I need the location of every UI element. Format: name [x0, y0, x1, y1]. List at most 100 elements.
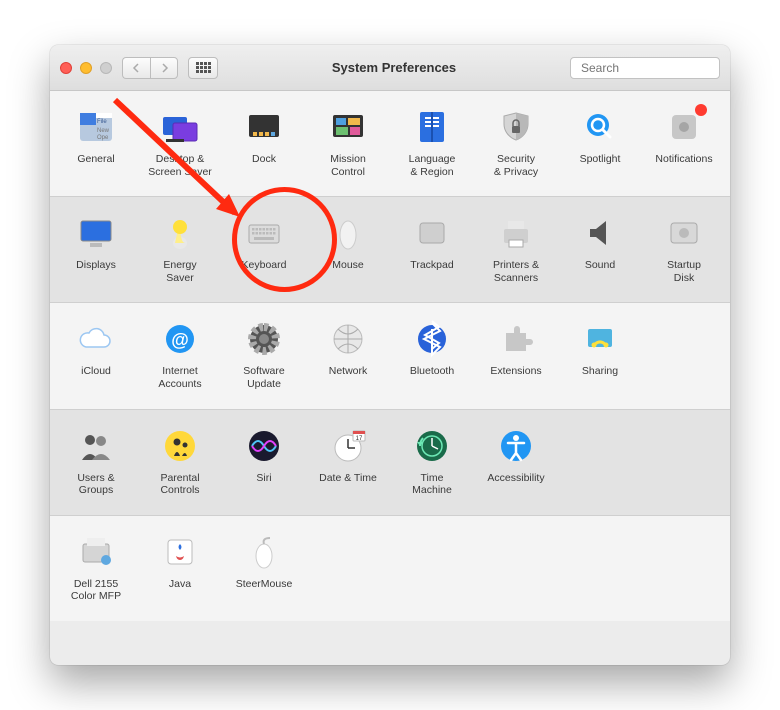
titlebar: System Preferences	[50, 45, 730, 91]
pref-label: Notifications	[655, 153, 712, 166]
notification-badge	[695, 104, 707, 116]
back-button[interactable]	[122, 57, 150, 79]
system-preferences-window: System Preferences FileNewOpe General Desk…	[50, 45, 730, 665]
pref-sound[interactable]: Sound	[558, 205, 642, 292]
language-icon	[412, 107, 452, 147]
pref-extensions[interactable]: Extensions	[474, 311, 558, 398]
pref-keyboard[interactable]: Keyboard	[222, 205, 306, 292]
pref-label: Siri	[256, 472, 271, 485]
pref-bluetooth[interactable]: Bluetooth	[390, 311, 474, 398]
window-controls	[60, 62, 112, 74]
general-icon: FileNewOpe	[76, 107, 116, 147]
pref-label: Network	[329, 365, 368, 378]
dell-icon	[76, 532, 116, 572]
printers-icon	[496, 213, 536, 253]
nav-buttons	[122, 57, 178, 79]
pref-label: Sharing	[582, 365, 618, 378]
pref-security[interactable]: Security & Privacy	[474, 99, 558, 186]
accessibility-icon	[496, 426, 536, 466]
pref-spotlight[interactable]: Spotlight	[558, 99, 642, 186]
pref-language[interactable]: Language & Region	[390, 99, 474, 186]
desktop-icon	[160, 107, 200, 147]
pref-label: Keyboard	[242, 259, 287, 272]
datetime-icon: 17	[328, 426, 368, 466]
pref-datetime[interactable]: 17 Date & Time	[306, 418, 390, 505]
forward-button[interactable]	[150, 57, 178, 79]
prefs-row: iCloud @Internet AccountsSoftware Update N…	[50, 302, 730, 408]
network-icon	[328, 319, 368, 359]
pref-startup[interactable]: Startup Disk	[642, 205, 726, 292]
java-icon	[160, 532, 200, 572]
pref-energy[interactable]: Energy Saver	[138, 205, 222, 292]
pref-label: Users & Groups	[77, 472, 114, 497]
pref-steermouse[interactable]: SteerMouse	[222, 524, 306, 611]
pref-mission[interactable]: Mission Control	[306, 99, 390, 186]
pref-network[interactable]: Network	[306, 311, 390, 398]
icloud-icon	[76, 319, 116, 359]
pref-notifications[interactable]: Notifications	[642, 99, 726, 186]
pref-label: Extensions	[490, 365, 541, 378]
startup-icon	[664, 213, 704, 253]
pref-parental[interactable]: Parental Controls	[138, 418, 222, 505]
energy-icon	[160, 213, 200, 253]
pref-label: Mouse	[332, 259, 364, 272]
pref-label: SteerMouse	[236, 578, 293, 591]
pref-label: Trackpad	[410, 259, 453, 272]
pref-java[interactable]: Java	[138, 524, 222, 611]
pref-label: Accessibility	[487, 472, 544, 485]
pref-trackpad[interactable]: Trackpad	[390, 205, 474, 292]
pref-label: Dock	[252, 153, 276, 166]
pref-label: Startup Disk	[667, 259, 701, 284]
parental-icon	[160, 426, 200, 466]
pref-icloud[interactable]: iCloud	[54, 311, 138, 398]
internet-icon: @	[160, 319, 200, 359]
pref-printers[interactable]: Printers & Scanners	[474, 205, 558, 292]
prefs-row: FileNewOpe General Desktop & Screen Saver D…	[50, 91, 730, 196]
pref-label: Language & Region	[409, 153, 456, 178]
search-input[interactable]	[581, 61, 730, 75]
pref-software[interactable]: Software Update	[222, 311, 306, 398]
pref-mouse[interactable]: Mouse	[306, 205, 390, 292]
pref-label: iCloud	[81, 365, 111, 378]
siri-icon	[244, 426, 284, 466]
pref-label: Time Machine	[412, 472, 452, 497]
pref-desktop[interactable]: Desktop & Screen Saver	[138, 99, 222, 186]
software-icon	[244, 319, 284, 359]
pref-general[interactable]: FileNewOpe General	[54, 99, 138, 186]
svg-text:New: New	[97, 128, 110, 134]
pref-label: Displays	[76, 259, 116, 272]
sharing-icon	[580, 319, 620, 359]
keyboard-icon	[244, 213, 284, 253]
pref-dell[interactable]: Dell 2155 Color MFP	[54, 524, 138, 611]
pref-label: Security & Privacy	[494, 153, 538, 178]
mission-icon	[328, 107, 368, 147]
extensions-icon	[496, 319, 536, 359]
pref-internet[interactable]: @Internet Accounts	[138, 311, 222, 398]
pref-label: Desktop & Screen Saver	[148, 153, 212, 178]
spotlight-icon	[580, 107, 620, 147]
zoom-icon[interactable]	[100, 62, 112, 74]
pref-dock[interactable]: Dock	[222, 99, 306, 186]
svg-text:17: 17	[356, 436, 363, 442]
pref-displays[interactable]: Displays	[54, 205, 138, 292]
prefs-row: Dell 2155 Color MFPJava SteerMouse	[50, 515, 730, 621]
trackpad-icon	[412, 213, 452, 253]
pref-sharing[interactable]: Sharing	[558, 311, 642, 398]
pref-timemachine[interactable]: Time Machine	[390, 418, 474, 505]
mouse-icon	[328, 213, 368, 253]
timemachine-icon	[412, 426, 452, 466]
security-icon	[496, 107, 536, 147]
pref-label: Parental Controls	[160, 472, 199, 497]
bluetooth-icon	[412, 319, 452, 359]
close-icon[interactable]	[60, 62, 72, 74]
pref-users[interactable]: Users & Groups	[54, 418, 138, 505]
show-all-button[interactable]	[188, 57, 218, 79]
chevron-left-icon	[132, 63, 141, 73]
pref-label: General	[77, 153, 114, 166]
pref-siri[interactable]: Siri	[222, 418, 306, 505]
pref-label: Date & Time	[319, 472, 377, 485]
minimize-icon[interactable]	[80, 62, 92, 74]
pref-accessibility[interactable]: Accessibility	[474, 418, 558, 505]
search-field[interactable]	[570, 57, 720, 79]
sound-icon	[580, 213, 620, 253]
